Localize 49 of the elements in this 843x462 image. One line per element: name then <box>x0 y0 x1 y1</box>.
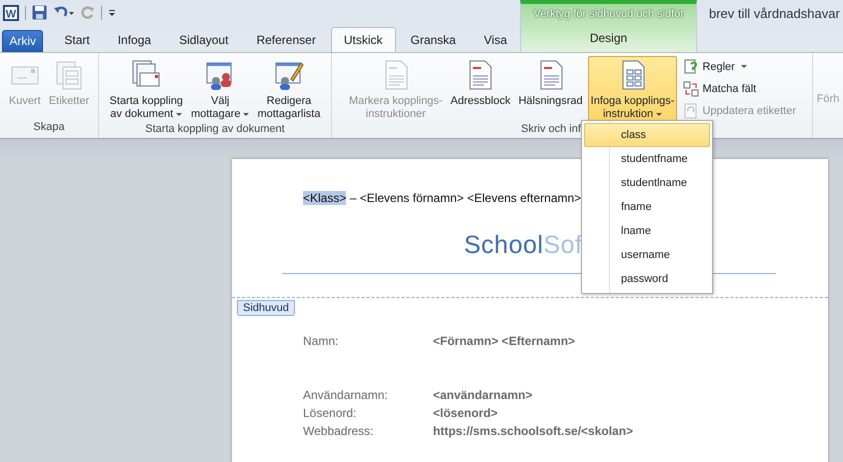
header-text: – <Elevens förnamn> <Elevens efternamn> <box>348 191 582 205</box>
group-label: Skapa <box>33 121 65 135</box>
field-label: Namn: <box>303 334 340 348</box>
menu-item[interactable]: studentlname <box>584 171 710 195</box>
contextual-group-title: Verktyg för sidhuvud och sidfot <box>534 7 684 22</box>
ribbon-tab[interactable]: Referenser <box>243 27 329 52</box>
file-tab[interactable]: Arkiv <box>2 30 44 52</box>
group-label: Skriv och inf <box>521 123 581 137</box>
menu-item[interactable]: class <box>584 123 710 147</box>
ribbon-tab[interactable]: Start <box>51 27 103 52</box>
selected-merge-field: <Klass> <box>303 191 346 205</box>
refresh-icon <box>683 102 700 118</box>
field-label: Webbadress: <box>303 424 374 438</box>
field-value: <Förnamn> <Efternamn> <box>433 334 576 348</box>
ribbon-button[interactable]: Regler <box>681 56 798 77</box>
field-label: Användarnamn: <box>303 388 389 402</box>
menu-item[interactable]: username <box>584 243 710 267</box>
rules-icon <box>683 58 700 74</box>
ribbon-button[interactable]: Välj mottagare <box>188 56 252 123</box>
ribbon-button[interactable]: Adressblock <box>448 56 514 110</box>
group-label: Starta koppling av dokument <box>145 123 285 137</box>
ribbon-tab[interactable]: Design <box>548 25 668 50</box>
menu-item[interactable]: fname <box>584 195 710 219</box>
ribbon-tab[interactable]: Infoga <box>104 27 164 52</box>
window-title: brev till vårdnadshavar <box>709 6 840 21</box>
menu-item[interactable]: studentfname <box>584 147 710 171</box>
match-fields-icon <box>683 80 700 96</box>
word-logo-icon[interactable]: W <box>3 4 19 20</box>
save-icon[interactable] <box>32 5 47 20</box>
ribbon-button[interactable]: Starta koppling av dokument <box>106 56 186 123</box>
field-label: Lösenord: <box>303 406 358 420</box>
field-value: https://sms.schoolsoft.se/<skolan> <box>433 424 634 438</box>
ribbon-tab[interactable]: Visa <box>470 27 520 52</box>
ribbon-label: Förh <box>816 92 840 105</box>
field-value: <användarnamn> <box>433 388 532 402</box>
logo-text: SchoolSof <box>464 231 582 259</box>
ribbon-button[interactable]: Hälsningsrad <box>515 56 586 110</box>
ribbon-button[interactable]: Redigera mottagarlista <box>254 56 324 123</box>
menu-item[interactable]: password <box>584 267 710 291</box>
customize-menu-icon[interactable] <box>108 8 116 18</box>
menu-item[interactable]: lname <box>584 219 710 243</box>
ribbon-button[interactable]: Infoga kopplings- instruktion <box>588 56 678 123</box>
ribbon-tab[interactable]: Granska <box>398 27 469 52</box>
ribbon-tab[interactable]: Sidlayout <box>166 27 242 52</box>
field-value: <lösenord> <box>433 406 498 420</box>
undo-icon[interactable] <box>53 6 75 20</box>
header-label: Sidhuvud <box>237 300 295 316</box>
ribbon-button[interactable]: Matcha fält <box>681 78 798 99</box>
ribbon-tab[interactable]: Utskick <box>330 27 396 52</box>
